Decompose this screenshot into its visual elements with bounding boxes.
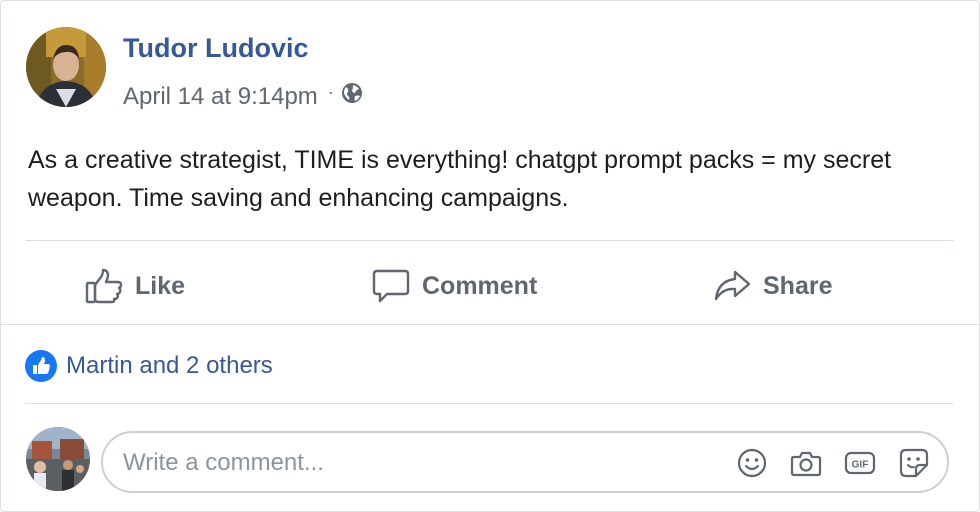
- gif-icon[interactable]: GIF: [843, 446, 877, 480]
- divider: [1, 324, 979, 325]
- comment-label: Comment: [422, 271, 538, 300]
- author-name[interactable]: Tudor Ludovic: [123, 33, 308, 64]
- camera-icon[interactable]: [789, 446, 823, 480]
- like-label: Like: [135, 271, 186, 300]
- share-button[interactable]: Share: [713, 259, 832, 313]
- post-meta: April 14 at 9:14pm ·: [123, 81, 364, 112]
- comment-icon: [372, 269, 410, 303]
- globe-icon[interactable]: [340, 81, 364, 112]
- post-timestamp[interactable]: April 14 at 9:14pm: [123, 83, 318, 111]
- share-label: Share: [763, 271, 833, 300]
- divider: [26, 240, 954, 241]
- composer-icons: GIF: [715, 446, 931, 480]
- post-text: As a creative strategist, TIME is everyt…: [28, 146, 892, 212]
- sticker-icon[interactable]: [897, 446, 931, 480]
- share-icon: [714, 270, 751, 301]
- meta-separator: ·: [327, 82, 334, 102]
- reactions-text: Martin and 2 others: [66, 352, 273, 379]
- comment-composer: GIF: [101, 431, 949, 493]
- comment-button[interactable]: Comment: [372, 259, 537, 313]
- like-button[interactable]: Like: [85, 259, 185, 313]
- like-badge-icon: [25, 350, 57, 382]
- divider: [25, 403, 953, 404]
- reactions-summary[interactable]: Martin and 2 others: [25, 350, 273, 382]
- post-card: Tudor Ludovic April 14 at 9:14pm · As a …: [0, 0, 980, 512]
- action-bar: Like Comment Share: [1, 259, 979, 313]
- comment-input[interactable]: [123, 445, 683, 481]
- emoji-icon[interactable]: [735, 446, 769, 480]
- svg-text:GIF: GIF: [852, 460, 869, 471]
- thumbs-up-icon: [85, 268, 123, 304]
- user-avatar[interactable]: [26, 427, 90, 491]
- author-avatar[interactable]: [26, 27, 106, 107]
